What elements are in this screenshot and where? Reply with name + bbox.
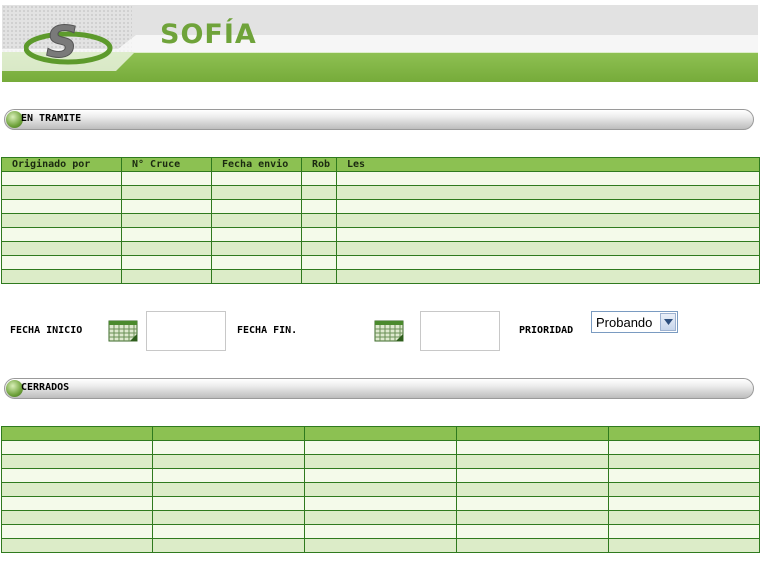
column-header[interactable] xyxy=(608,426,760,441)
table-row[interactable] xyxy=(1,171,760,186)
section-title: EN TRAMITE xyxy=(21,113,82,124)
table-row[interactable] xyxy=(1,524,760,539)
column-header[interactable]: Fecha envio xyxy=(211,157,302,172)
app-header: S SOFÍA xyxy=(2,5,758,82)
table-row[interactable] xyxy=(1,241,760,256)
calendar-icon[interactable] xyxy=(374,320,404,342)
table-row[interactable] xyxy=(1,440,760,455)
table-row[interactable] xyxy=(1,510,760,525)
prioridad-value: Probando xyxy=(596,315,653,330)
column-header[interactable]: Rob xyxy=(301,157,337,172)
table-row[interactable] xyxy=(1,199,760,214)
cerrados-table xyxy=(1,426,760,553)
column-header[interactable]: Les xyxy=(336,157,760,172)
section-title: CERRADOS xyxy=(21,382,70,393)
app-title: SOFÍA xyxy=(160,19,257,50)
table-row[interactable] xyxy=(1,468,760,483)
table-row[interactable] xyxy=(1,454,760,469)
fecha-inicio-input[interactable] xyxy=(146,311,226,351)
table-header-row xyxy=(1,426,760,441)
table-row[interactable] xyxy=(1,538,760,553)
prioridad-select[interactable]: Probando xyxy=(591,311,678,333)
fecha-inicio-label: FECHA INICIO xyxy=(10,325,83,336)
column-header[interactable] xyxy=(456,426,609,441)
svg-text:S: S xyxy=(46,17,78,68)
fecha-fin-input[interactable] xyxy=(420,311,500,351)
table-row[interactable] xyxy=(1,185,760,200)
table-row[interactable] xyxy=(1,269,760,284)
calendar-icon[interactable] xyxy=(108,320,138,342)
table-row[interactable] xyxy=(1,255,760,270)
column-header[interactable] xyxy=(152,426,305,441)
header-shape xyxy=(2,35,758,71)
fecha-fin-label: FECHA FIN. xyxy=(237,325,298,336)
section-header-cerrados: CERRADOS xyxy=(4,378,754,399)
column-header[interactable]: Originado por xyxy=(1,157,122,172)
column-header[interactable]: N° Cruce xyxy=(121,157,212,172)
table-row[interactable] xyxy=(1,227,760,242)
section-header-en-tramite: EN TRAMITE xyxy=(4,109,754,130)
table-row[interactable] xyxy=(1,496,760,511)
chevron-down-icon[interactable] xyxy=(660,313,676,331)
table-row[interactable] xyxy=(1,213,760,228)
column-header[interactable] xyxy=(1,426,153,441)
tramite-table: Originado por N° Cruce Fecha envio Rob L… xyxy=(1,157,760,284)
column-header[interactable] xyxy=(304,426,457,441)
table-header-row: Originado por N° Cruce Fecha envio Rob L… xyxy=(1,157,760,172)
s-logo-icon: S xyxy=(24,17,113,69)
prioridad-label: PRIORIDAD xyxy=(519,325,574,336)
table-row[interactable] xyxy=(1,482,760,497)
